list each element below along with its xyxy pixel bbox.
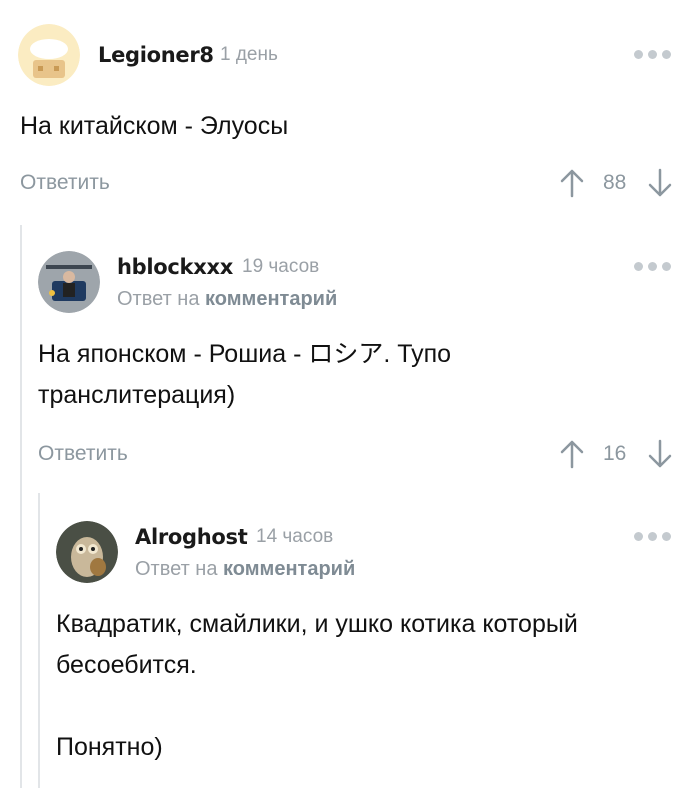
thread-line-level-1: [20, 225, 22, 788]
reply-to-prefix: Ответ на: [135, 558, 218, 580]
username[interactable]: Legioner8: [98, 43, 214, 67]
comment-text: Квадратик, смайлики, и ушко котика котор…: [56, 604, 578, 768]
comment-time: 14 часов: [256, 526, 334, 547]
reply-button[interactable]: Ответить: [20, 171, 110, 195]
reply-button[interactable]: Ответить: [38, 442, 128, 466]
more-dots-icon[interactable]: [634, 50, 671, 59]
comment-text-line: На японском - Рошиа - ロシア. Тупо: [38, 340, 452, 368]
comment-text: На китайском - Элуосы: [20, 106, 288, 147]
rating-count: 16: [603, 442, 627, 465]
downvote-arrow-icon[interactable]: [648, 439, 672, 474]
upvote-arrow-icon[interactable]: [560, 168, 584, 203]
avatar-legioner8[interactable]: [18, 24, 80, 86]
reply-to-line: Ответ на комментарий: [135, 558, 355, 581]
comment-text-line: бесоебится.: [56, 651, 197, 679]
username[interactable]: hblockxxx: [117, 255, 233, 279]
downvote-arrow-icon[interactable]: [648, 168, 672, 203]
comment-text-line: транслитерация): [38, 381, 236, 409]
reply-to-link[interactable]: комментарий: [205, 288, 337, 310]
upvote-arrow-icon[interactable]: [560, 439, 584, 474]
comment-time: 1 день: [220, 44, 278, 65]
more-dots-icon[interactable]: [634, 532, 671, 541]
comment-text-line: На китайском - Элуосы: [20, 112, 289, 140]
avatar-hblockxxx[interactable]: [38, 251, 100, 313]
avatar-alroghost[interactable]: [56, 521, 118, 583]
reply-to-line: Ответ на комментарий: [117, 288, 337, 311]
rating-count: 88: [603, 171, 627, 194]
thread-line-level-2: [38, 493, 40, 788]
comment-text: На японском - Рошиа - ロシア. Тупо транслит…: [38, 334, 451, 416]
comment-text-line: Понятно): [56, 733, 163, 761]
comment-text-line: Квадратик, смайлики, и ушко котика котор…: [56, 610, 578, 638]
username[interactable]: Alroghost: [135, 525, 248, 549]
comment-time: 19 часов: [242, 256, 320, 277]
comment-text-line: [56, 686, 578, 727]
reply-to-link[interactable]: комментарий: [223, 558, 355, 580]
reply-to-prefix: Ответ на: [117, 288, 200, 310]
more-dots-icon[interactable]: [634, 262, 671, 271]
